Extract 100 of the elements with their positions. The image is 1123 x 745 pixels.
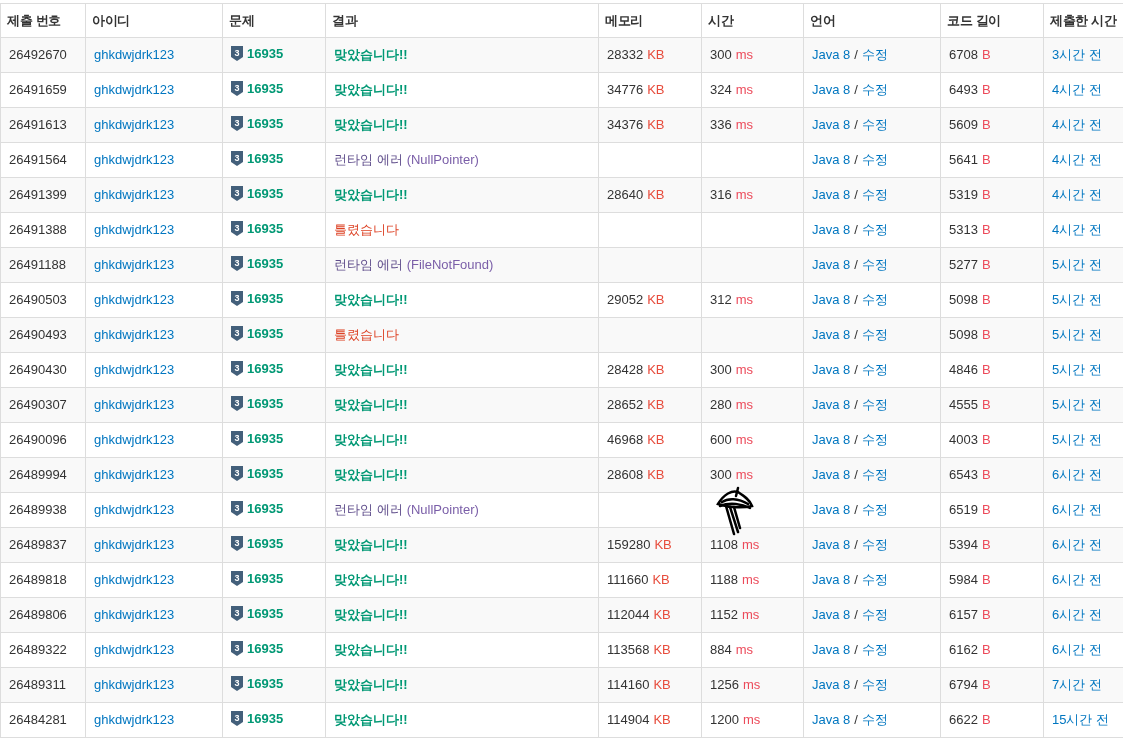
- problem-link[interactable]: 16935: [247, 323, 284, 344]
- problem-link[interactable]: 16935: [247, 288, 284, 309]
- error-detail: (NullPointer): [406, 502, 479, 518]
- edit-link[interactable]: 수정: [861, 502, 888, 518]
- error-detail: (NullPointer): [406, 152, 479, 168]
- language-link[interactable]: Java 8: [812, 257, 851, 273]
- tier-badge-icon: 3: [231, 80, 243, 96]
- separator: /: [854, 607, 858, 623]
- memory-unit: KB: [653, 642, 671, 658]
- tier-badge-icon: 3: [231, 45, 243, 61]
- edit-link[interactable]: 수정: [861, 257, 888, 273]
- problem-link[interactable]: 16935: [247, 113, 284, 134]
- result-accepted: 맞았습니다!!: [334, 292, 408, 308]
- language-link[interactable]: Java 8: [812, 502, 851, 518]
- problem-link[interactable]: 16935: [247, 673, 284, 694]
- language-link[interactable]: Java 8: [812, 362, 851, 378]
- edit-link[interactable]: 수정: [861, 397, 888, 413]
- code-length-unit: B: [981, 642, 991, 658]
- tier-badge-icon: 3: [231, 570, 243, 586]
- memory-unit: KB: [647, 187, 665, 203]
- code-length-unit: B: [981, 502, 991, 518]
- code-length: 6543: [949, 467, 978, 483]
- language-link[interactable]: Java 8: [812, 537, 851, 553]
- submission-id: 26491188: [0, 247, 86, 283]
- language-link[interactable]: Java 8: [812, 467, 851, 483]
- column-header: 아이디: [85, 3, 223, 38]
- code-length: 6708: [949, 47, 978, 63]
- column-header: 언어: [803, 3, 941, 38]
- edit-link[interactable]: 수정: [861, 222, 888, 238]
- problem-link[interactable]: 16935: [247, 393, 284, 414]
- separator: /: [854, 187, 858, 203]
- language-link[interactable]: Java 8: [812, 432, 851, 448]
- edit-link[interactable]: 수정: [861, 432, 888, 448]
- edit-link[interactable]: 수정: [861, 537, 888, 553]
- edit-link[interactable]: 수정: [861, 642, 888, 658]
- problem-link[interactable]: 16935: [247, 498, 284, 519]
- time-unit: ms: [735, 432, 754, 448]
- tier-badge-icon: 3: [231, 535, 243, 551]
- tier-badge-icon: 3: [231, 150, 243, 166]
- result-accepted: 맞았습니다!!: [334, 397, 408, 413]
- problem-link[interactable]: 16935: [247, 638, 284, 659]
- time-value: 336: [710, 117, 732, 133]
- language-link[interactable]: Java 8: [812, 642, 851, 658]
- language-link[interactable]: Java 8: [812, 117, 851, 133]
- code-length: 6622: [949, 712, 978, 728]
- edit-link[interactable]: 수정: [861, 607, 888, 623]
- problem-link[interactable]: 16935: [247, 358, 284, 379]
- problem-link[interactable]: 16935: [247, 603, 284, 624]
- code-length: 5277: [949, 257, 978, 273]
- edit-link[interactable]: 수정: [861, 712, 888, 728]
- language-link[interactable]: Java 8: [812, 82, 851, 98]
- edit-link[interactable]: 수정: [861, 292, 888, 308]
- edit-link[interactable]: 수정: [861, 572, 888, 588]
- time-value: 600: [710, 432, 732, 448]
- submission-id: 26484281: [0, 702, 86, 738]
- submission-id: 26489837: [0, 527, 86, 563]
- edit-link[interactable]: 수정: [861, 362, 888, 378]
- problem-link[interactable]: 16935: [247, 568, 284, 589]
- language-link[interactable]: Java 8: [812, 397, 851, 413]
- language-link[interactable]: Java 8: [812, 292, 851, 308]
- language-link[interactable]: Java 8: [812, 187, 851, 203]
- separator: /: [854, 432, 858, 448]
- problem-link[interactable]: 16935: [247, 463, 284, 484]
- language-link[interactable]: Java 8: [812, 222, 851, 238]
- language-link[interactable]: Java 8: [812, 327, 851, 343]
- language-link[interactable]: Java 8: [812, 47, 851, 63]
- result-accepted: 맞았습니다!!: [334, 677, 408, 693]
- edit-link[interactable]: 수정: [861, 467, 888, 483]
- edit-link[interactable]: 수정: [861, 152, 888, 168]
- problem-link[interactable]: 16935: [247, 148, 284, 169]
- code-length-unit: B: [981, 222, 991, 238]
- time-value: 884: [710, 642, 732, 658]
- problem-link[interactable]: 16935: [247, 43, 284, 64]
- edit-link[interactable]: 수정: [861, 82, 888, 98]
- time-value: 300: [710, 467, 732, 483]
- problem-link[interactable]: 16935: [247, 78, 284, 99]
- language-link[interactable]: Java 8: [812, 677, 851, 693]
- separator: /: [854, 327, 858, 343]
- code-length: 5098: [949, 292, 978, 308]
- problem-link[interactable]: 16935: [247, 253, 284, 274]
- edit-link[interactable]: 수정: [861, 47, 888, 63]
- edit-link[interactable]: 수정: [861, 117, 888, 133]
- problem-link[interactable]: 16935: [247, 428, 284, 449]
- code-length: 6794: [949, 677, 978, 693]
- submission-id: 26491564: [0, 142, 86, 178]
- code-length-unit: B: [981, 677, 991, 693]
- edit-link[interactable]: 수정: [861, 187, 888, 203]
- separator: /: [854, 677, 858, 693]
- problem-link[interactable]: 16935: [247, 708, 284, 729]
- edit-link[interactable]: 수정: [861, 677, 888, 693]
- language-link[interactable]: Java 8: [812, 572, 851, 588]
- language-link[interactable]: Java 8: [812, 607, 851, 623]
- language-link[interactable]: Java 8: [812, 712, 851, 728]
- edit-link[interactable]: 수정: [861, 327, 888, 343]
- problem-link[interactable]: 16935: [247, 218, 284, 239]
- submission-id: 26490096: [0, 422, 86, 458]
- language-link[interactable]: Java 8: [812, 152, 851, 168]
- problem-link[interactable]: 16935: [247, 183, 284, 204]
- memory-value: 28652: [607, 397, 644, 413]
- problem-link[interactable]: 16935: [247, 533, 284, 554]
